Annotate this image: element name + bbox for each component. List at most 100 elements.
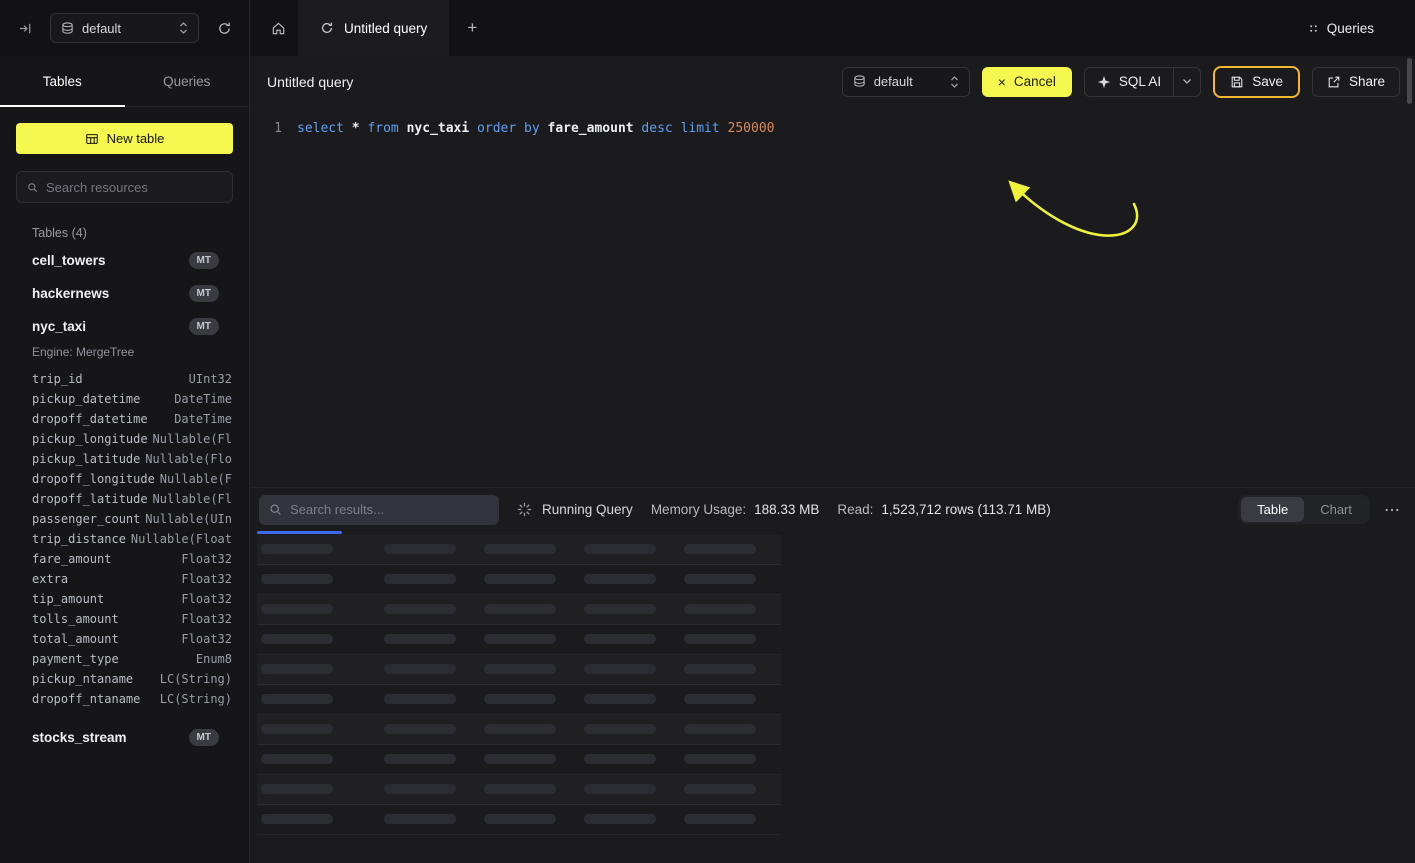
skeleton-cell [484, 724, 556, 734]
memory-usage-value: 188.33 MB [754, 502, 819, 517]
sidebar-table-cell_towers[interactable]: cell_towersMT [0, 244, 249, 277]
sql-ai-caret[interactable] [1174, 68, 1200, 96]
column-type: UInt32 [189, 372, 232, 386]
sql-ai-button: SQL AI [1084, 67, 1201, 97]
skeleton-cell [384, 664, 456, 674]
column-type: Nullable(F [160, 472, 232, 486]
query-status: Running Query [517, 502, 633, 517]
skeleton-cell [384, 694, 456, 704]
query-header: Untitled query default × Cancel [250, 56, 1415, 107]
new-table-button[interactable]: New table [16, 123, 233, 154]
skeleton-cell [484, 574, 556, 584]
column-row: extraFloat32 [0, 569, 249, 589]
database-selector[interactable]: default [50, 13, 199, 43]
top-bar: default Untitled query + Queries [0, 0, 1415, 56]
table-engine-badge: MT [189, 252, 219, 269]
column-name: trip_distance [32, 532, 126, 546]
skeleton-row [257, 685, 781, 715]
sql-editor[interactable]: 1 select * from nyc_taxi order by fare_a… [250, 107, 1415, 487]
app-root: default Untitled query + Queries [0, 0, 1415, 863]
skeleton-cell [384, 724, 456, 734]
line-number: 1 [258, 119, 282, 139]
home-tab[interactable] [258, 0, 298, 56]
skeleton-cell [261, 634, 333, 644]
share-button[interactable]: Share [1312, 67, 1400, 97]
sql-token: from [367, 121, 398, 136]
skeleton-cell [384, 604, 456, 614]
column-row: tip_amountFloat32 [0, 589, 249, 609]
sql-token: by [524, 121, 540, 136]
refresh-button[interactable] [211, 15, 237, 41]
skeleton-cell [384, 814, 456, 824]
view-toggle-chart[interactable]: Chart [1304, 497, 1368, 522]
table-engine-label: Engine: MergeTree [0, 343, 249, 365]
skeleton-cell [484, 694, 556, 704]
new-tab-button[interactable]: + [449, 0, 495, 56]
sql-token [469, 121, 477, 136]
skeleton-cell [484, 784, 556, 794]
new-table-label: New table [107, 131, 165, 146]
read-value: 1,523,712 rows (113.71 MB) [881, 502, 1050, 517]
editor-line: 1 select * from nyc_taxi order by fare_a… [250, 119, 1415, 139]
column-row: dropoff_longitudeNullable(F [0, 469, 249, 489]
sql-token [516, 121, 524, 136]
cancel-query-button[interactable]: × Cancel [982, 67, 1072, 97]
skeleton-row [257, 535, 781, 565]
skeleton-cell [684, 604, 756, 614]
column-row: trip_idUInt32 [0, 369, 249, 389]
skeleton-cell [684, 754, 756, 764]
skeleton-cell [484, 664, 556, 674]
column-row: dropoff_datetimeDateTime [0, 409, 249, 429]
skeleton-cell [261, 574, 333, 584]
sql-token: nyc_taxi [407, 121, 470, 136]
memory-usage-label: Memory Usage: [651, 502, 746, 517]
column-name: dropoff_datetime [32, 412, 148, 426]
sidebar-tab-queries[interactable]: Queries [125, 56, 250, 106]
column-name: passenger_count [32, 512, 140, 526]
skeleton-cell [584, 724, 656, 734]
skeleton-cell [684, 664, 756, 674]
tab-untitled-query[interactable]: Untitled query [298, 0, 449, 56]
query-database-selector[interactable]: default [842, 67, 970, 97]
database-icon [61, 22, 74, 35]
sidebar-table-stocks_stream[interactable]: stocks_streamMT [0, 721, 249, 754]
skeleton-cell [684, 634, 756, 644]
column-type: LC(String) [160, 692, 232, 706]
scrollbar-thumb[interactable] [1407, 58, 1412, 104]
skeleton-cell [684, 574, 756, 584]
sidebar-table-nyc_taxi[interactable]: nyc_taxiMT [0, 310, 249, 343]
collapse-sidebar-button[interactable] [12, 15, 38, 41]
skeleton-cell [261, 814, 333, 824]
view-toggle-table[interactable]: Table [1241, 497, 1304, 522]
sql-token [344, 121, 352, 136]
topbar-left: default [0, 0, 250, 56]
skeleton-cell [684, 814, 756, 824]
sql-token: limit [681, 121, 720, 136]
column-type: LC(String) [160, 672, 232, 686]
table-icon [85, 132, 99, 146]
column-name: fare_amount [32, 552, 111, 566]
search-icon [27, 181, 38, 194]
skeleton-cell [584, 664, 656, 674]
memory-usage-stat: Memory Usage: 188.33 MB [651, 502, 820, 517]
database-icon [853, 75, 866, 88]
results-more-button[interactable]: ⋯ [1384, 500, 1401, 520]
sql-token [720, 121, 728, 136]
column-row: dropoff_ntanameLC(String) [0, 689, 249, 709]
sql-token: select [297, 121, 344, 136]
sidebar-table-hackernews[interactable]: hackernewsMT [0, 277, 249, 310]
column-row: payment_typeEnum8 [0, 649, 249, 669]
skeleton-cell [261, 664, 333, 674]
skeleton-cell [261, 544, 333, 554]
results-search-input[interactable] [290, 502, 489, 517]
resource-search-input[interactable] [46, 180, 222, 195]
sql-ai-main[interactable]: SQL AI [1085, 68, 1173, 96]
skeleton-cell [484, 814, 556, 824]
save-button[interactable]: Save [1213, 66, 1300, 98]
column-name: payment_type [32, 652, 119, 666]
column-name: total_amount [32, 632, 119, 646]
sql-token: fare_amount [548, 121, 634, 136]
sidebar-tab-tables[interactable]: Tables [0, 56, 125, 106]
queries-link[interactable]: Queries [1308, 0, 1415, 56]
skeleton-cell [484, 754, 556, 764]
